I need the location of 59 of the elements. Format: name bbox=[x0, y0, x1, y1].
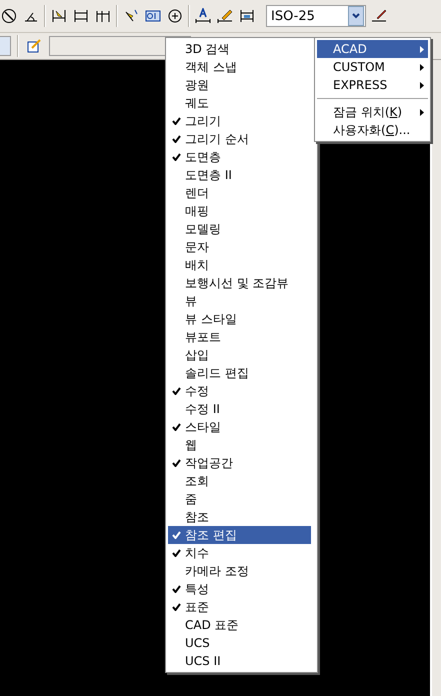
menu-item[interactable]: 조회 bbox=[168, 472, 311, 490]
menu-item[interactable]: CUSTOM bbox=[317, 58, 428, 76]
check-icon bbox=[172, 585, 181, 593]
check-icon bbox=[172, 423, 181, 431]
menu-item[interactable]: 작업공간 bbox=[168, 454, 311, 472]
menu-item[interactable]: UCS II bbox=[168, 652, 311, 670]
check-icon bbox=[172, 603, 181, 611]
diameter-icon[interactable] bbox=[0, 6, 18, 26]
menu-item[interactable]: 뷰포트 bbox=[168, 328, 311, 346]
check-icon bbox=[172, 153, 181, 161]
menu-item[interactable]: 뷰 bbox=[168, 292, 311, 310]
menu-item[interactable]: 그리기 순서 bbox=[168, 130, 311, 148]
menu-item[interactable]: 특성 bbox=[168, 580, 311, 598]
menu-item[interactable]: 줌 bbox=[168, 490, 311, 508]
menu-item[interactable]: 문자 bbox=[168, 238, 311, 256]
arrow-icon bbox=[420, 64, 424, 70]
check-icon bbox=[172, 117, 181, 125]
menu-item[interactable]: 수정 bbox=[168, 382, 311, 400]
menu-item[interactable]: 렌더 bbox=[168, 184, 311, 202]
menu-item[interactable]: 보행시선 및 조감뷰 bbox=[168, 274, 311, 292]
menu-item[interactable]: UCS bbox=[168, 634, 311, 652]
arrow-icon bbox=[420, 108, 424, 116]
menu-item[interactable]: 참조 편집 bbox=[168, 526, 311, 544]
menu-item[interactable]: 도면층 bbox=[168, 148, 311, 166]
menu-item[interactable]: 매핑 bbox=[168, 202, 311, 220]
arrow-icon bbox=[420, 46, 424, 52]
check-icon bbox=[172, 387, 181, 395]
arrow-icon bbox=[420, 82, 424, 88]
menu-item[interactable]: 3D 검색 bbox=[168, 40, 311, 58]
check-icon bbox=[172, 549, 181, 557]
menu-item[interactable]: EXPRESS bbox=[317, 76, 428, 94]
chevron-icon bbox=[352, 13, 360, 19]
menu-item[interactable]: 그리기 bbox=[168, 112, 311, 130]
menu-item[interactable]: 뷰 스타일 bbox=[168, 310, 311, 328]
menu-item[interactable]: 표준 bbox=[168, 598, 311, 616]
menu-item[interactable]: CAD 표준 bbox=[168, 616, 311, 634]
check-icon bbox=[172, 459, 181, 467]
menu-item[interactable]: 카메라 조정 bbox=[168, 562, 311, 580]
menu-item[interactable]: 웹 bbox=[168, 436, 311, 454]
check-icon bbox=[172, 135, 181, 143]
menu-item[interactable]: 솔리드 편집 bbox=[168, 364, 311, 382]
input-field[interactable] bbox=[0, 36, 11, 56]
menu-item[interactable]: 광원 bbox=[168, 76, 311, 94]
check-icon bbox=[172, 531, 181, 539]
text-edit-icon[interactable] bbox=[194, 6, 212, 26]
dimension-style-dropdown[interactable]: ISO-25 bbox=[266, 5, 366, 27]
menu-item[interactable]: 삽입 bbox=[168, 346, 311, 364]
menu-item[interactable]: 참조 bbox=[168, 508, 311, 526]
menu-item[interactable]: 치수 bbox=[168, 544, 311, 562]
menu-item[interactable]: 사용자화(C)... bbox=[317, 121, 428, 139]
menu-item[interactable]: 도면층 II bbox=[168, 166, 311, 184]
menu-item[interactable]: ACAD bbox=[317, 40, 428, 58]
menu-item[interactable]: 수정 II bbox=[168, 400, 311, 418]
menu-item[interactable]: 모델링 bbox=[168, 220, 311, 238]
menu-item[interactable]: 궤도 bbox=[168, 94, 311, 112]
menu-item[interactable]: 객체 스냅 bbox=[168, 58, 311, 76]
menu-item[interactable]: 잠금 위치(K) bbox=[317, 103, 428, 121]
menu-item[interactable]: 스타일 bbox=[168, 418, 311, 436]
menu-item[interactable]: 배치 bbox=[168, 256, 311, 274]
